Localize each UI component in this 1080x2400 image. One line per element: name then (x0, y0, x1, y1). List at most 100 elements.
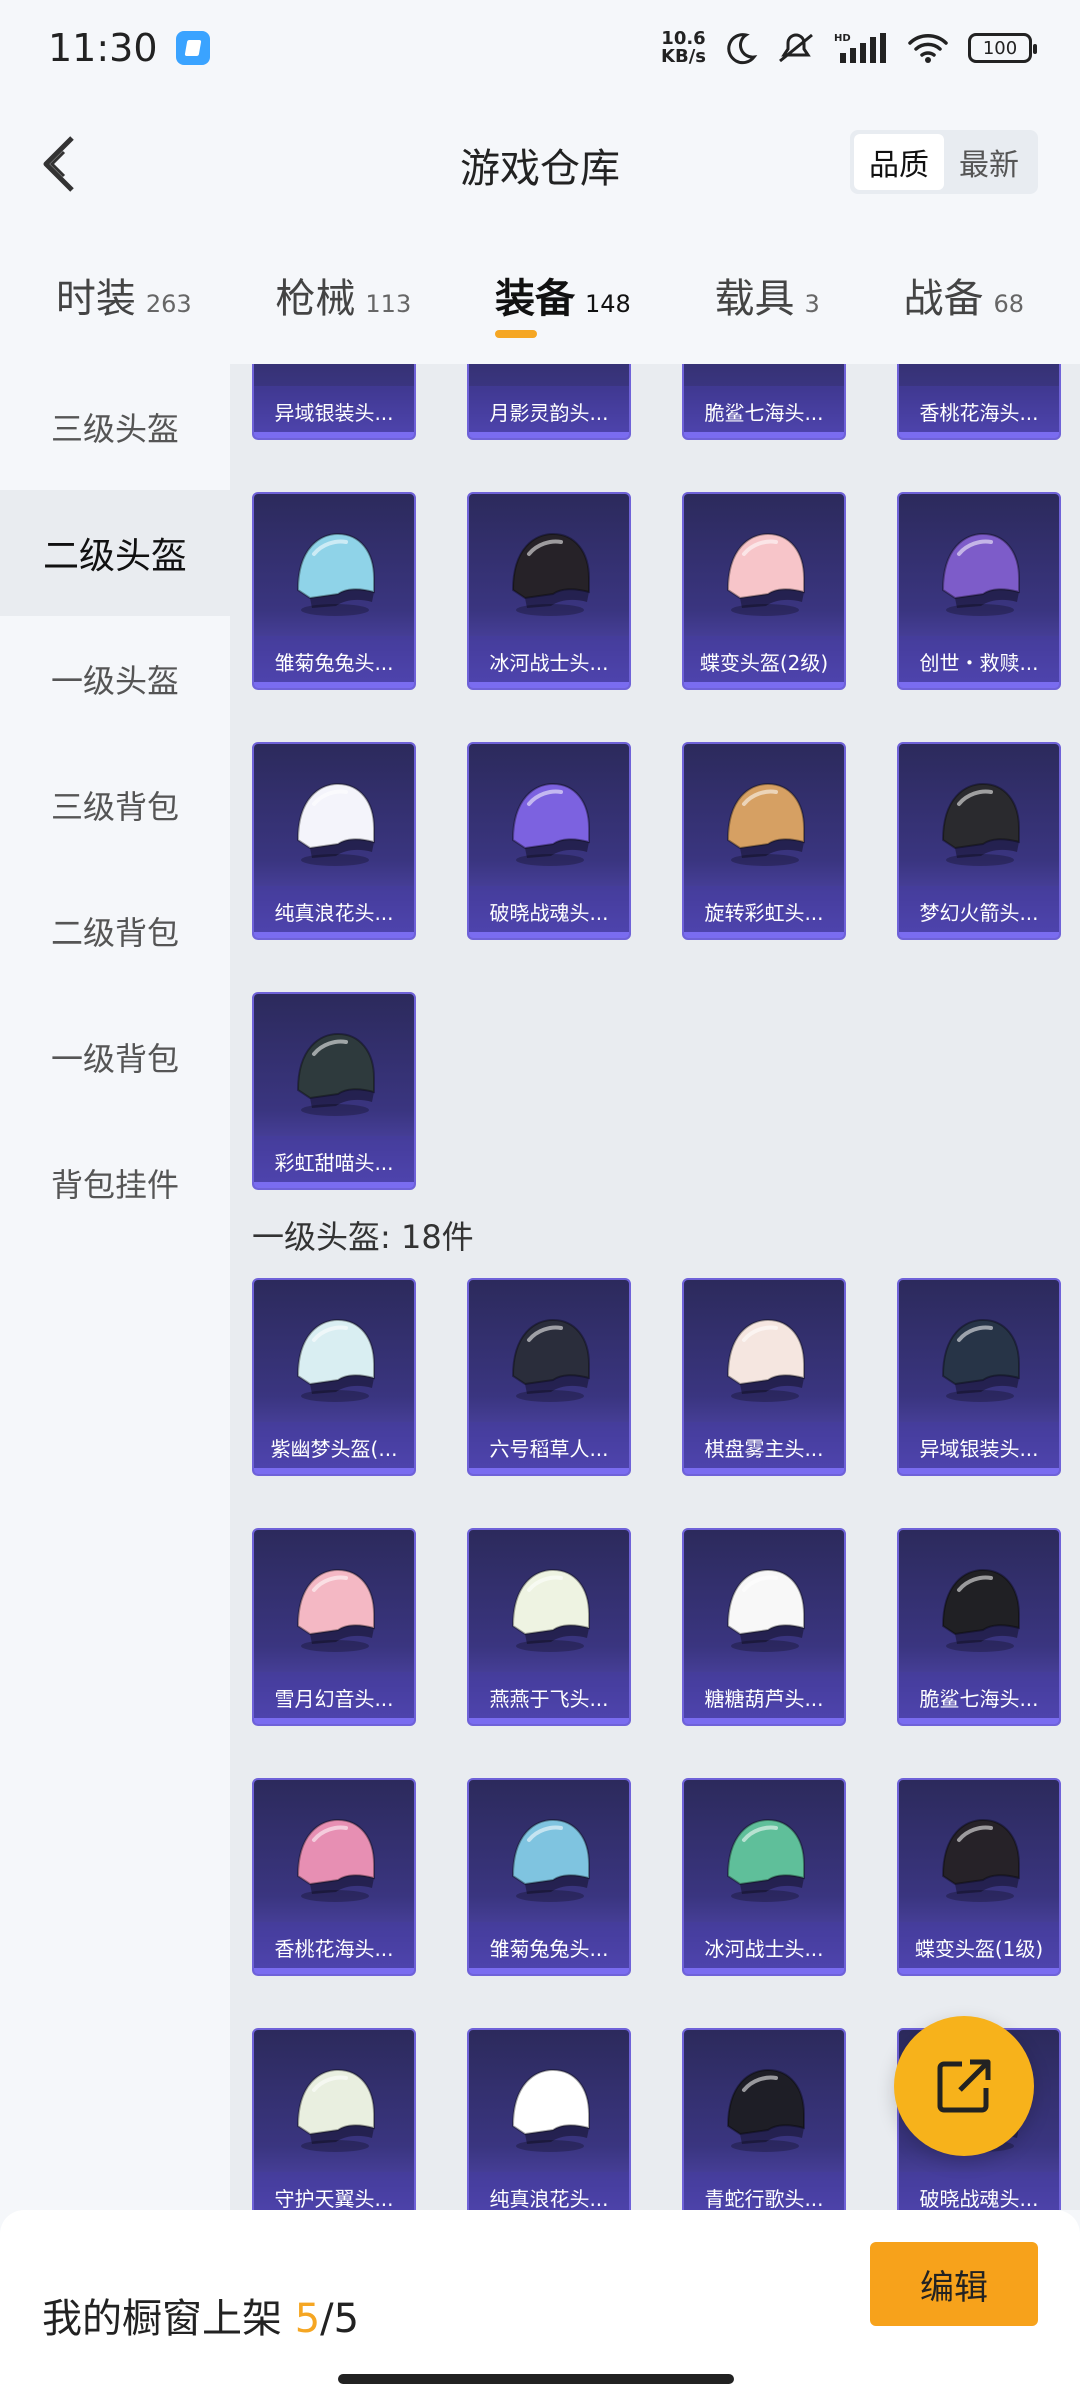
header: 游戏仓库 品质 最新 (0, 112, 1080, 216)
item-card[interactable]: 异域银装头... (897, 1278, 1061, 1476)
item-card[interactable]: 蝶变头盔(1级) (897, 1778, 1061, 1976)
sort-quality-option[interactable]: 品质 (854, 134, 944, 190)
active-tab-indicator (494, 330, 537, 338)
helmet-icon (296, 1318, 375, 1402)
item-card[interactable]: 彩虹甜喵头... (252, 992, 416, 1190)
item-name: 脆鲨七海头... (919, 1687, 1039, 1711)
item-name: 月影灵韵头... (489, 401, 609, 425)
helmet-icon (296, 2068, 375, 2152)
tab-label: 载具 (714, 276, 795, 322)
item-card[interactable]: 脆鲨七海头... (682, 364, 846, 440)
item-name: 香桃花海头... (919, 401, 1039, 425)
share-fab[interactable] (894, 2016, 1034, 2156)
showcase-label: 我的橱窗上架 (42, 2296, 282, 2342)
net-speed-unit: KB/s (661, 46, 706, 67)
sort-latest-option[interactable]: 最新 (944, 134, 1034, 190)
item-name: 雏菊兔兔头... (274, 651, 394, 675)
sort-toggle: 品质 最新 (850, 130, 1038, 194)
status-bar: 11:30 10.6 KB/s HD 100 (0, 0, 1080, 96)
item-card[interactable]: 旋转彩虹头... (682, 742, 846, 940)
item-card[interactable]: 雪月幻音头... (252, 1528, 416, 1726)
tab-count: 263 (145, 290, 192, 318)
item-card[interactable]: 糖糖葫芦头... (682, 1528, 846, 1726)
item-name: 破晓战魂头... (919, 2187, 1039, 2210)
item-name: 破晓战魂头... (489, 901, 609, 925)
tab-label: 装备 (494, 276, 575, 322)
edit-button[interactable]: 编辑 (870, 2242, 1038, 2326)
helmet-icon (726, 782, 805, 866)
item-card[interactable]: 异域银装头... (252, 364, 416, 440)
hd-signal-icon: HD (834, 33, 886, 63)
home-indicator[interactable] (338, 2374, 734, 2384)
helmet-icon (941, 782, 1020, 866)
svg-text:HD: HD (834, 33, 851, 44)
partial-item-row: 异域银装头... 月影灵韵头... 脆鲨七海头... 香桃花海头... (252, 364, 1062, 440)
item-card[interactable]: 冰河战士头... (682, 1778, 846, 1976)
tab-label: 战备 (903, 276, 984, 322)
item-name: 燕燕于飞头... (489, 1687, 609, 1711)
category-tabs: 时装 263 枪械 113 装备 148 载具 3 战备 68 (0, 250, 1080, 360)
bottom-bar: 我的橱窗上架 5/5 编辑 (0, 2210, 1080, 2400)
item-card[interactable]: 创世・救赎... (897, 492, 1061, 690)
item-name: 雏菊兔兔头... (489, 1937, 609, 1961)
status-time: 11:30 (48, 26, 158, 70)
helmet-icon (296, 1568, 375, 1652)
item-card[interactable]: 守护天翼头... (252, 2028, 416, 2210)
tab-label: 时装 (55, 276, 136, 322)
item-grid-area[interactable]: 异域银装头... 月影灵韵头... 脆鲨七海头... 香桃花海头... 雏菊兔兔头..… (230, 364, 1080, 2210)
sidebar-item-level1-backpack[interactable]: 一级背包 (0, 994, 230, 1120)
item-card[interactable]: 青蛇行歌头... (682, 2028, 846, 2210)
status-icons: 10.6 KB/s HD 100 (661, 30, 1037, 66)
helmet-icon (941, 1818, 1020, 1902)
sidebar-item-level3-helmet[interactable]: 三级头盔 (0, 364, 230, 490)
item-card[interactable]: 香桃花海头... (897, 364, 1061, 440)
item-name: 蝶变头盔(2级) (699, 651, 829, 675)
item-name: 纯真浪花头... (489, 2187, 609, 2210)
sidebar-item-backpack-charm[interactable]: 背包挂件 (0, 1120, 230, 1246)
level1-section-label: 一级头盔: 18件 (252, 1218, 474, 1256)
item-card[interactable]: 纯真浪花头... (252, 742, 416, 940)
item-card[interactable]: 脆鲨七海头... (897, 1528, 1061, 1726)
item-name: 冰河战士头... (489, 651, 609, 675)
tab-count: 3 (804, 290, 820, 318)
tab-fashion[interactable]: 时装 263 (56, 250, 192, 350)
helmet-icon (726, 2068, 805, 2152)
item-card[interactable]: 六号稻草人... (467, 1278, 631, 1476)
item-card[interactable]: 冰河战士头... (467, 492, 631, 690)
sidebar-item-level2-helmet[interactable]: 二级头盔 (0, 490, 230, 616)
sidebar-item-level2-backpack[interactable]: 二级背包 (0, 868, 230, 994)
helmet-icon (726, 532, 805, 616)
item-name: 脆鲨七海头... (704, 401, 824, 425)
item-card[interactable]: 蝶变头盔(2级) (682, 492, 846, 690)
tab-vehicles[interactable]: 载具 3 (715, 250, 820, 350)
helmet-icon (941, 532, 1020, 616)
sidebar-item-level3-backpack[interactable]: 三级背包 (0, 742, 230, 868)
item-name: 梦幻火箭头... (919, 901, 1039, 925)
tab-count: 68 (993, 290, 1025, 318)
item-name: 紫幽梦头盔(... (270, 1437, 398, 1461)
helmet-icon (296, 1032, 375, 1116)
helmet-icon (726, 1568, 805, 1652)
item-card[interactable]: 破晓战魂头... (467, 742, 631, 940)
helmet-icon (511, 1818, 590, 1902)
tab-supplies[interactable]: 战备 68 (904, 250, 1025, 350)
item-card[interactable]: 香桃花海头... (252, 1778, 416, 1976)
tab-equipment[interactable]: 装备 148 (494, 250, 631, 350)
sidebar-item-level1-helmet[interactable]: 一级头盔 (0, 616, 230, 742)
item-card[interactable]: 雏菊兔兔头... (252, 492, 416, 690)
item-card[interactable]: 月影灵韵头... (467, 364, 631, 440)
tab-label: 枪械 (275, 276, 356, 322)
item-card[interactable]: 雏菊兔兔头... (467, 1778, 631, 1976)
item-card[interactable]: 棋盘雾主头... (682, 1278, 846, 1476)
item-card[interactable]: 燕燕于飞头... (467, 1528, 631, 1726)
helmet-icon (726, 1318, 805, 1402)
item-name: 糖糖葫芦头... (704, 1687, 824, 1711)
helmet-icon (296, 1818, 375, 1902)
item-card[interactable]: 纯真浪花头... (467, 2028, 631, 2210)
helmet-icon (296, 532, 375, 616)
item-name: 纯真浪花头... (274, 901, 394, 925)
tab-firearms[interactable]: 枪械 113 (275, 250, 411, 350)
item-card[interactable]: 紫幽梦头盔(... (252, 1278, 416, 1476)
net-speed: 10.6 KB/s (661, 30, 706, 66)
item-card[interactable]: 梦幻火箭头... (897, 742, 1061, 940)
